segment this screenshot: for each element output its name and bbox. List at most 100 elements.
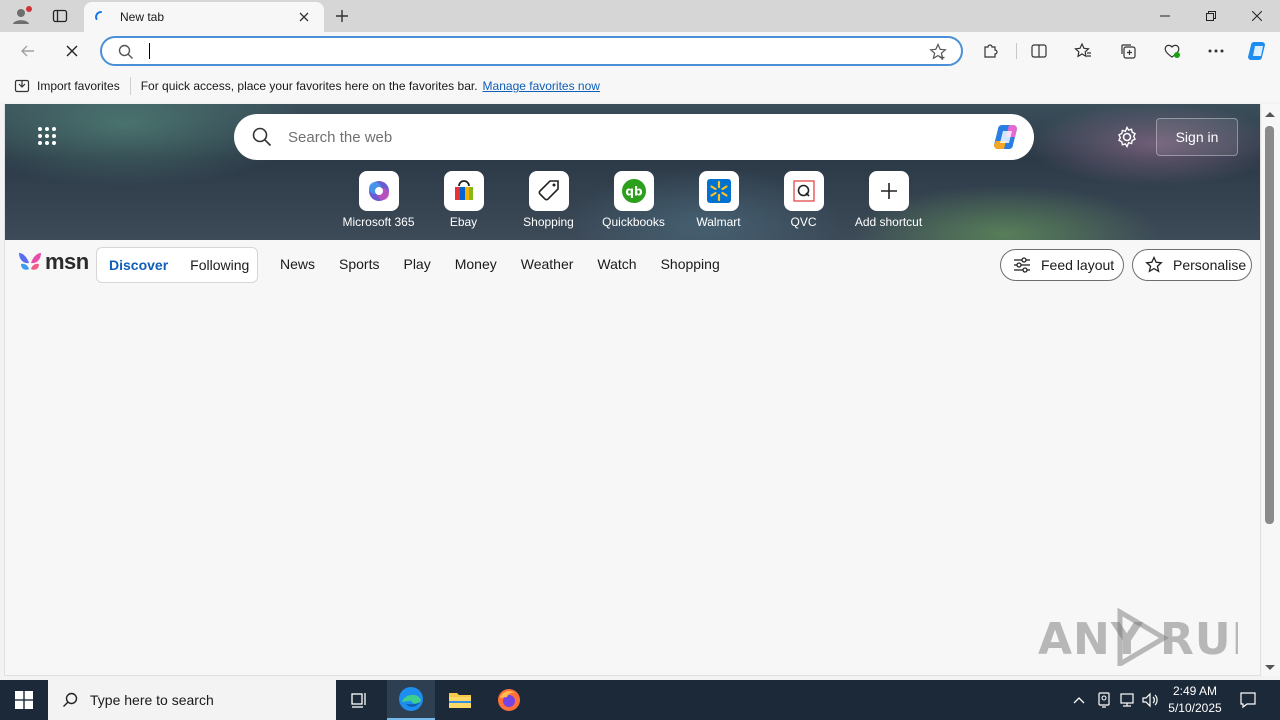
- back-button[interactable]: [14, 37, 42, 65]
- collections-button[interactable]: [1114, 37, 1142, 65]
- search-icon: [250, 125, 274, 149]
- sign-in-button[interactable]: Sign in: [1156, 118, 1238, 156]
- favorites-bar: Import favorites For quick access, place…: [0, 70, 1280, 102]
- browser-essentials-button[interactable]: [1158, 37, 1186, 65]
- stop-loading-button[interactable]: [58, 37, 86, 65]
- address-bar[interactable]: [100, 36, 963, 66]
- window-controls: [1142, 0, 1280, 32]
- copilot-button[interactable]: [1244, 37, 1272, 65]
- msn-logo[interactable]: msn: [17, 249, 89, 275]
- nav-play[interactable]: Play: [403, 256, 430, 272]
- feed-layout-button[interactable]: Feed layout: [1000, 249, 1124, 281]
- start-button[interactable]: [0, 680, 48, 720]
- taskbar-file-explorer[interactable]: [436, 680, 484, 720]
- collections-icon: [1121, 44, 1136, 59]
- windows-logo-icon: [15, 691, 33, 709]
- tab-actions-button[interactable]: [47, 4, 73, 28]
- chevron-up-icon: [1073, 697, 1085, 704]
- page-scrollbar[interactable]: [1262, 104, 1280, 676]
- shortcut-label: Microsoft 365: [342, 215, 415, 229]
- shortcut-label: Add shortcut: [854, 215, 923, 229]
- nav-watch[interactable]: Watch: [597, 256, 636, 272]
- edge-icon: [399, 687, 423, 711]
- taskbar-clock[interactable]: 2:49 AM 5/10/2025: [1160, 683, 1230, 717]
- app-launcher-icon[interactable]: [37, 126, 57, 146]
- gear-icon: [1118, 126, 1136, 148]
- tray-meet-now[interactable]: [1094, 680, 1114, 720]
- task-view-button[interactable]: [336, 680, 384, 720]
- sliders-icon: [1013, 256, 1031, 274]
- loading-spinner-icon: [95, 11, 102, 20]
- tab-following[interactable]: Following: [190, 257, 249, 273]
- action-center-button[interactable]: [1234, 680, 1262, 720]
- close-icon: [299, 12, 309, 22]
- search-icon: [118, 44, 133, 59]
- settings-and-more-button[interactable]: [1202, 37, 1230, 65]
- manage-favorites-link[interactable]: Manage favorites now: [483, 79, 600, 93]
- notification-icon: [1240, 692, 1256, 709]
- folder-icon: [449, 693, 471, 708]
- tab-discover[interactable]: Discover: [109, 257, 168, 273]
- personalise-button[interactable]: Personalise: [1132, 249, 1252, 281]
- nav-shopping[interactable]: Shopping: [661, 256, 720, 272]
- nav-weather[interactable]: Weather: [521, 256, 574, 272]
- browser-toolbar: [0, 32, 1280, 70]
- add-shortcut-button[interactable]: Add shortcut: [846, 171, 931, 229]
- restore-icon: [1206, 11, 1216, 21]
- taskbar-firefox[interactable]: [485, 680, 533, 720]
- shortcut-walmart[interactable]: Walmart: [676, 171, 761, 229]
- tab-new-tab[interactable]: New tab: [84, 2, 324, 32]
- nav-sports[interactable]: Sports: [339, 256, 379, 272]
- msn-nav-links: News Sports Play Money Weather Watch Sho…: [280, 256, 744, 272]
- firefox-icon: [498, 689, 520, 711]
- import-favorites-button[interactable]: Import favorites: [14, 77, 131, 95]
- split-screen-icon: [1031, 44, 1047, 58]
- qvc-icon: [783, 171, 824, 211]
- scroll-up-arrow-icon[interactable]: [1264, 110, 1276, 118]
- taskbar-edge[interactable]: [387, 680, 435, 720]
- shortcut-microsoft-365[interactable]: Microsoft 365: [336, 171, 421, 229]
- copilot-icon[interactable]: [990, 120, 1024, 154]
- personalise-star-icon: [1145, 256, 1163, 274]
- minimize-icon: [1160, 15, 1170, 17]
- scrollbar-thumb[interactable]: [1265, 126, 1274, 524]
- taskbar-search-box[interactable]: Type here to search: [48, 680, 336, 720]
- plus-icon: [336, 10, 348, 22]
- profile-button[interactable]: [8, 4, 34, 28]
- quickbooks-icon: qb: [613, 171, 654, 211]
- nav-money[interactable]: Money: [455, 256, 497, 272]
- hero-background: Search the web Sign in Microsoft 365 Eba…: [5, 104, 1260, 240]
- nav-news[interactable]: News: [280, 256, 315, 272]
- tray-network[interactable]: [1116, 680, 1138, 720]
- shortcut-quickbooks[interactable]: qb Quickbooks: [591, 171, 676, 229]
- shortcut-label: Walmart: [696, 215, 741, 229]
- import-favorites-label: Import favorites: [37, 79, 120, 93]
- close-tab-button[interactable]: [294, 7, 314, 27]
- shortcut-ebay[interactable]: Ebay: [421, 171, 506, 229]
- scroll-down-arrow-icon[interactable]: [1264, 664, 1276, 672]
- web-search-box[interactable]: Search the web: [234, 114, 1034, 160]
- msn-butterfly-icon: [19, 253, 41, 270]
- page-settings-button[interactable]: [1114, 124, 1140, 150]
- show-hidden-icons-button[interactable]: [1068, 680, 1090, 720]
- shortcut-shopping[interactable]: Shopping: [506, 171, 591, 229]
- favorites-star-list-icon: [1074, 42, 1091, 58]
- anyrun-watermark: ANY RUN: [1038, 606, 1238, 666]
- split-screen-button[interactable]: [1025, 37, 1053, 65]
- page-content: Search the web Sign in Microsoft 365 Eba…: [4, 104, 1261, 676]
- minimize-button[interactable]: [1142, 0, 1188, 32]
- restore-button[interactable]: [1188, 0, 1234, 32]
- close-window-button[interactable]: [1234, 0, 1280, 32]
- ebay-icon: [443, 171, 484, 211]
- favorites-button[interactable]: [1069, 37, 1097, 65]
- microsoft-365-icon: [358, 171, 399, 211]
- shopping-tag-icon: [528, 171, 569, 211]
- shortcut-qvc[interactable]: QVC: [761, 171, 846, 229]
- shortcut-label: Shopping: [523, 215, 574, 229]
- copilot-icon: [1248, 42, 1265, 60]
- new-tab-button[interactable]: [330, 4, 354, 28]
- tray-volume[interactable]: [1140, 680, 1162, 720]
- extensions-button[interactable]: [977, 37, 1005, 65]
- favorite-star-icon[interactable]: [929, 43, 947, 61]
- shortcut-label: Quickbooks: [602, 215, 665, 229]
